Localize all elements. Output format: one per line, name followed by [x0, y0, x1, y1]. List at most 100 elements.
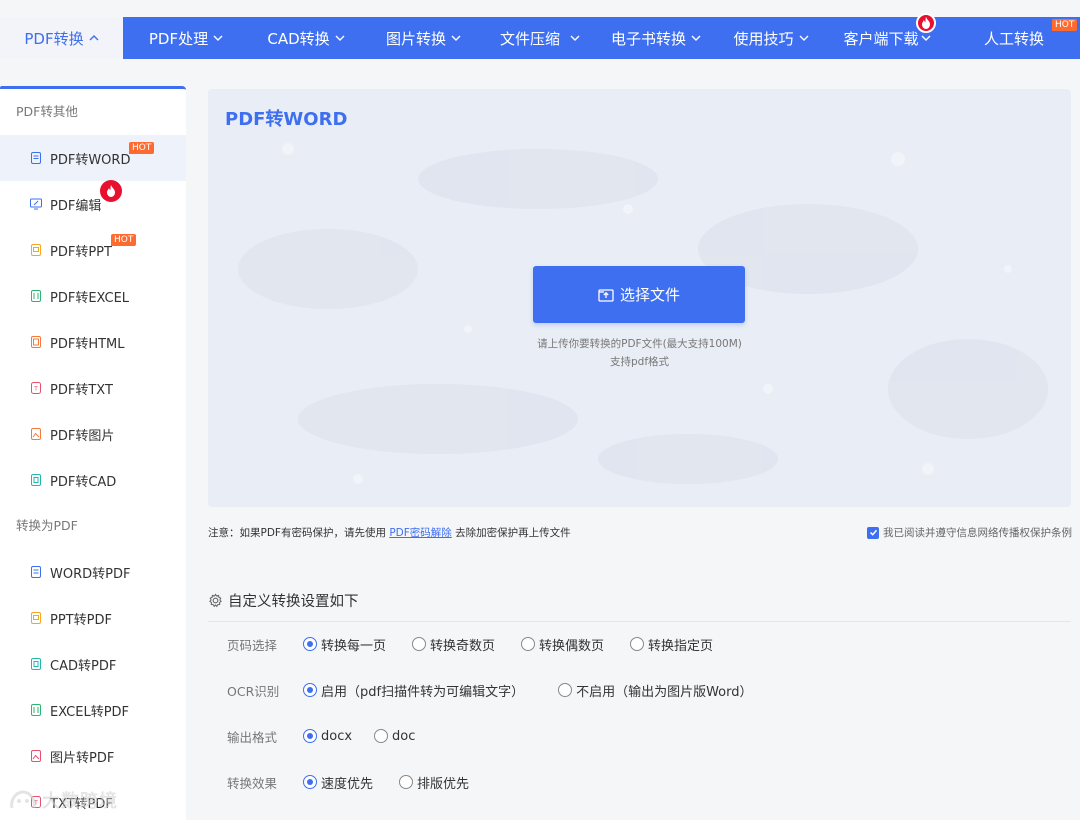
- choose-file-label: 选择文件: [619, 286, 680, 304]
- watermark: 大数跨境: [8, 787, 118, 813]
- sidebar-item-excel-to-pdf[interactable]: EXCEL转PDF: [0, 687, 186, 733]
- sidebar-item-label: PDF转WORD: [50, 152, 131, 168]
- radio-doc[interactable]: doc: [374, 729, 415, 744]
- nav-label: 电子书转换: [610, 29, 686, 48]
- radio-circle[interactable]: [303, 775, 317, 789]
- upload-hint: 请上传你要转换的PDF文件(最大支持100M): [537, 338, 742, 350]
- sidebar-item-pdf-to-cad[interactable]: PDF转CAD: [0, 457, 186, 503]
- row-label: 输出格式: [227, 729, 278, 745]
- hot-badge: HOT: [129, 142, 155, 154]
- nav-file-compress[interactable]: 文件压缩: [484, 17, 596, 59]
- sidebar-item-label: PDF编辑: [50, 198, 102, 214]
- sidebar-item-label: PDF转PPT: [50, 244, 112, 260]
- option-label: 转换奇数页: [430, 638, 496, 654]
- sidebar-item-label: CAD转PDF: [50, 658, 117, 674]
- option-label: 转换偶数页: [539, 638, 605, 654]
- sidebar-item-label: EXCEL转PDF: [50, 704, 130, 720]
- radio-docx[interactable]: docx: [303, 729, 352, 744]
- nav-label: PDF处理: [148, 29, 209, 48]
- radio-circle[interactable]: [303, 729, 317, 743]
- upload-folder-icon: [598, 288, 614, 302]
- chevron-down-icon: [570, 32, 580, 45]
- format-hint: 支持pdf格式: [609, 356, 670, 368]
- ocr-row: OCR识别 启用（pdf扫描件转为可编辑文字） 不启用（输出为图片版Word）: [227, 680, 779, 700]
- chevron-down-icon: [921, 32, 931, 45]
- row-label: 转换效果: [227, 775, 278, 791]
- watermark-text: 大数跨境: [42, 791, 118, 812]
- nav-label: 人工转换: [983, 29, 1044, 48]
- nav-client-download[interactable]: 客户端下载: [826, 13, 948, 59]
- nav-image-convert[interactable]: 图片转换: [363, 17, 484, 59]
- chevron-down-icon: [451, 32, 461, 45]
- sidebar-item-pdf-to-ppt[interactable]: PDF转PPT HOT: [0, 227, 186, 273]
- radio-ocr-disable[interactable]: 不启用（输出为图片版Word）: [558, 681, 753, 700]
- radio-circle[interactable]: [303, 637, 317, 651]
- sidebar-item-image-to-pdf[interactable]: 图片转PDF: [0, 733, 186, 779]
- notice-prefix: 注意：如果PDF有密码保护，请先使用: [208, 527, 386, 539]
- nav-pdf-convert[interactable]: PDF转换: [0, 17, 123, 59]
- hot-badge: HOT: [1052, 19, 1078, 31]
- radio-circle[interactable]: [521, 637, 536, 651]
- nav-manual-convert[interactable]: 人工转换 HOT: [948, 17, 1080, 59]
- monitor-edit-icon: [30, 198, 42, 210]
- option-label: 不启用（输出为图片版Word）: [576, 684, 753, 700]
- radio-specified-pages[interactable]: 转换指定页: [630, 635, 713, 654]
- nav-tips[interactable]: 使用技巧: [716, 17, 826, 59]
- radio-circle[interactable]: [412, 637, 427, 651]
- radio-circle[interactable]: [399, 775, 414, 789]
- cad-file-icon: [31, 474, 41, 486]
- sidebar-item-pdf-edit[interactable]: PDF编辑: [0, 180, 186, 227]
- nav-label: 客户端下载: [843, 29, 919, 48]
- choose-file-button[interactable]: 选择文件: [533, 266, 745, 323]
- nav-label: PDF转换: [24, 29, 84, 48]
- hot-badge: HOT: [111, 234, 137, 246]
- sidebar-item-ppt-to-pdf[interactable]: PPT转PDF: [0, 595, 186, 641]
- nav-cad-convert[interactable]: CAD转换: [249, 17, 363, 59]
- chevron-down-icon: [213, 32, 223, 45]
- sidebar-item-cad-to-pdf[interactable]: CAD转PDF: [0, 641, 186, 687]
- sidebar-item-pdf-to-word[interactable]: PDF转WORD HOT: [0, 135, 186, 181]
- radio-circle[interactable]: [558, 683, 573, 697]
- radio-circle[interactable]: [630, 637, 645, 651]
- nav-label: 使用技巧: [733, 29, 794, 48]
- page-title: PDF转WORD: [225, 109, 348, 130]
- notice-suffix: 去除加密保护再上传文件: [455, 527, 571, 539]
- sidebar: PDF转其他 PDF转WORD HOT PDF编辑 PDF转PPT HOT PD…: [0, 86, 186, 820]
- settings-title: 自定义转换设置如下: [228, 594, 359, 610]
- radio-circle[interactable]: [303, 683, 317, 697]
- option-label: docx: [321, 728, 353, 744]
- sidebar-item-pdf-to-html[interactable]: PDF转HTML: [0, 319, 186, 365]
- radio-speed-first[interactable]: 速度优先: [303, 773, 373, 792]
- radio-ocr-enable[interactable]: 启用（pdf扫描件转为可编辑文字）: [303, 681, 524, 700]
- radio-even-pages[interactable]: 转换偶数页: [521, 635, 604, 654]
- sidebar-item-label: 图片转PDF: [50, 750, 115, 766]
- top-bar: PDF转换 PDF处理 CAD转换 图片转换 文件压缩 电子书转换 使用技巧 客…: [0, 0, 1080, 60]
- sidebar-item-pdf-to-excel[interactable]: PDF转EXCEL: [0, 273, 186, 319]
- sidebar-item-pdf-to-txt[interactable]: T PDF转TXT: [0, 365, 186, 411]
- page-selection-row: 页码选择 转换每一页 转换奇数页 转换偶数页 转换指定页: [227, 634, 739, 654]
- sidebar-group-title: PDF转其他: [16, 104, 78, 119]
- cad-file-icon: [31, 658, 41, 670]
- radio-odd-pages[interactable]: 转换奇数页: [412, 635, 495, 654]
- ppt-file-icon: [31, 612, 41, 624]
- sidebar-item-word-to-pdf[interactable]: WORD转PDF: [0, 549, 186, 595]
- radio-layout-first[interactable]: 排版优先: [399, 773, 469, 792]
- radio-every-page[interactable]: 转换每一页: [303, 635, 386, 654]
- txt-file-icon: T: [31, 382, 41, 394]
- agreement-checkbox[interactable]: 我已阅读并遵守信息网络传播权保护条例: [867, 525, 1072, 540]
- nav-ebook-convert[interactable]: 电子书转换: [596, 17, 716, 59]
- upload-dropzone[interactable]: PDF转WORD 选择文件 请上传你要转换的PDF文件(最大支持100M) 支持…: [208, 89, 1071, 507]
- fire-icon: [100, 180, 122, 202]
- sidebar-item-label: PDF转EXCEL: [50, 290, 130, 306]
- check-icon[interactable]: [867, 526, 879, 539]
- excel-file-icon: [31, 704, 41, 716]
- radio-circle[interactable]: [374, 729, 389, 743]
- pdf-unlock-link[interactable]: PDF密码解除: [389, 527, 451, 539]
- row-label: 页码选择: [227, 637, 278, 653]
- nav-label: CAD转换: [267, 29, 330, 48]
- nav-pdf-process[interactable]: PDF处理: [123, 17, 249, 59]
- sidebar-group-title: 转换为PDF: [16, 518, 78, 533]
- watermark-logo-icon: [10, 790, 36, 809]
- sidebar-item-pdf-to-image[interactable]: PDF转图片: [0, 411, 186, 457]
- fire-icon: [916, 13, 936, 33]
